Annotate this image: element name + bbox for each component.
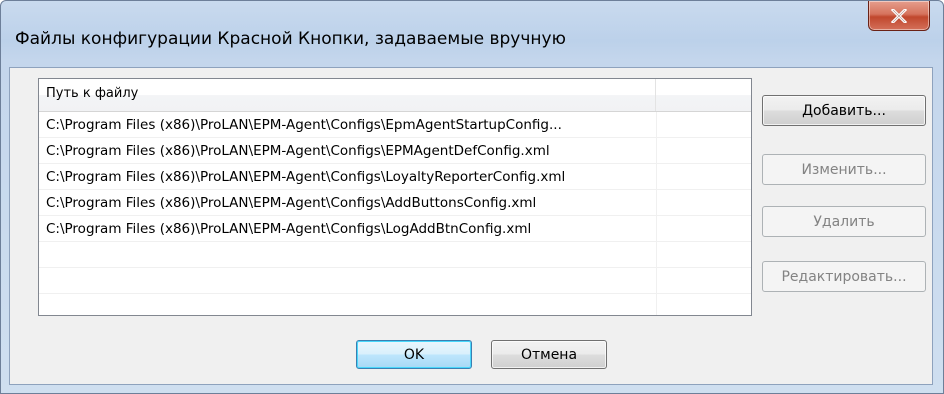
column-header-path[interactable]: Путь к файлу [39, 79, 656, 111]
list-item[interactable]: C:\Program Files (x86)\ProLAN\EPM-Agent\… [39, 216, 751, 242]
file-path: C:\Program Files (x86)\ProLAN\EPM-Agent\… [46, 221, 532, 237]
list-item[interactable]: C:\Program Files (x86)\ProLAN\EPM-Agent\… [39, 138, 751, 164]
file-path: C:\Program Files (x86)\ProLAN\EPM-Agent\… [46, 169, 566, 185]
dialog-client-area: Путь к файлу C:\Program Files (x86)\ProL… [9, 67, 933, 385]
modify-button[interactable]: Редактировать... [762, 261, 926, 292]
file-path: C:\Program Files (x86)\ProLAN\EPM-Agent\… [46, 117, 562, 133]
edit-button[interactable]: Изменить... [762, 154, 926, 185]
delete-button[interactable]: Удалить [762, 206, 926, 237]
column-header-blank [656, 79, 751, 111]
cancel-button[interactable]: Отмена [491, 340, 607, 369]
empty-row [39, 268, 751, 294]
add-button[interactable]: Добавить... [762, 95, 926, 126]
title-bar[interactable]: Файлы конфигурации Красной Кнопки, задав… [1, 1, 943, 65]
list-rows: C:\Program Files (x86)\ProLAN\EPM-Agent\… [39, 112, 751, 294]
close-button[interactable] [868, 1, 930, 31]
empty-row [39, 242, 751, 268]
config-files-dialog: Файлы конфигурации Красной Кнопки, задав… [0, 0, 944, 394]
close-icon [869, 1, 929, 30]
list-item[interactable]: C:\Program Files (x86)\ProLAN\EPM-Agent\… [39, 112, 751, 138]
file-path: C:\Program Files (x86)\ProLAN\EPM-Agent\… [46, 143, 550, 159]
list-item[interactable]: C:\Program Files (x86)\ProLAN\EPM-Agent\… [39, 190, 751, 216]
list-header: Путь к файлу [39, 79, 751, 112]
window-title: Файлы конфигурации Красной Кнопки, задав… [15, 29, 566, 49]
list-item[interactable]: C:\Program Files (x86)\ProLAN\EPM-Agent\… [39, 164, 751, 190]
ok-button[interactable]: OK [356, 340, 472, 369]
file-path: C:\Program Files (x86)\ProLAN\EPM-Agent\… [46, 195, 537, 211]
file-list[interactable]: Путь к файлу C:\Program Files (x86)\ProL… [38, 78, 752, 316]
